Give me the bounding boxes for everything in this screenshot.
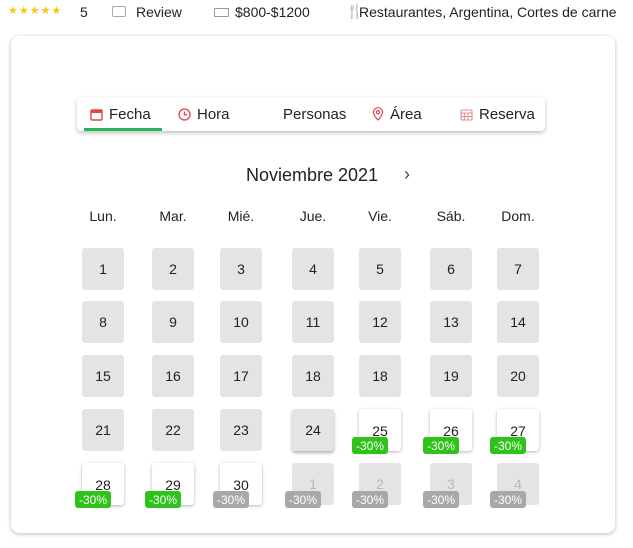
tab-reserva[interactable]: Reserva — [460, 97, 535, 131]
location-pin-icon — [372, 107, 384, 121]
calendar-day[interactable]: 20 — [497, 355, 539, 397]
calendar-day[interactable]: 6 — [430, 248, 472, 290]
money-icon — [214, 8, 229, 17]
calendar-day[interactable]: 19 — [430, 355, 472, 397]
clock-icon — [178, 107, 191, 121]
month-title: Noviembre 2021 — [246, 165, 379, 185]
calendar-day[interactable]: 9 — [152, 301, 194, 343]
calendar-day[interactable]: 24 — [292, 409, 334, 451]
calendar-day[interactable]: 10 — [220, 301, 262, 343]
tab-label: Área — [390, 105, 422, 123]
calendar-day[interactable]: 7 — [497, 248, 539, 290]
calendar-day[interactable]: 11 — [292, 301, 334, 343]
weekday-header: Sáb. — [436, 208, 466, 224]
discount-badge: -30% — [352, 437, 389, 454]
calendar-day[interactable]: 23 — [220, 409, 262, 451]
weekday-header: Vie. — [368, 208, 392, 224]
calendar-day[interactable]: 18 — [292, 355, 334, 397]
calendar-grid-icon — [460, 108, 473, 121]
discount-badge: -30% — [423, 437, 460, 454]
restaurant-categories: Restaurantes, Argentina, Cortes de carne — [359, 4, 617, 20]
weekday-header: Dom. — [501, 208, 535, 224]
calendar-day[interactable]: 18 — [359, 355, 401, 397]
discount-badge: -30% — [285, 491, 322, 508]
next-month-chevron-icon[interactable]: › — [404, 164, 410, 185]
calendar-day[interactable]: 3 — [220, 248, 262, 290]
restaurant-info-bar: ★★★★★ 5 Review $800-$1200 🍴 Restaurantes… — [0, 0, 633, 24]
calendar-day[interactable]: 15 — [82, 355, 124, 397]
star-rating-icon: ★★★★★ — [8, 5, 63, 17]
tab-label: Personas — [283, 105, 347, 123]
weekday-header: Mar. — [159, 208, 187, 224]
calendar-day[interactable]: 16 — [152, 355, 194, 397]
calendar-day[interactable]: 21 — [82, 409, 124, 451]
calendar-day[interactable]: 5 — [359, 248, 401, 290]
rating-value: 5 — [80, 4, 88, 20]
tab-hora[interactable]: Hora — [178, 97, 230, 131]
calendar-day[interactable]: 1 — [82, 248, 124, 290]
review-link[interactable]: Review — [136, 4, 182, 20]
discount-badge: -30% — [352, 491, 389, 508]
active-tab-indicator — [84, 128, 162, 131]
calendar-day[interactable]: 17 — [220, 355, 262, 397]
reservation-tabs: Fecha Hora Personas Área Reserva — [77, 97, 545, 131]
discount-badge: -30% — [145, 491, 182, 508]
weekday-header: Mié. — [227, 208, 255, 224]
tab-label: Reserva — [479, 105, 535, 123]
calendar-day[interactable]: 12 — [359, 301, 401, 343]
comment-icon — [112, 6, 126, 17]
calendar-day[interactable]: 2 — [152, 248, 194, 290]
calendar-day[interactable]: 4 — [292, 248, 334, 290]
calendar-day[interactable]: 13 — [430, 301, 472, 343]
price-range: $800-$1200 — [235, 4, 310, 20]
weekday-header: Jue. — [299, 208, 327, 224]
discount-badge: -30% — [75, 491, 112, 508]
calendar-icon — [90, 108, 103, 121]
discount-badge: -30% — [490, 437, 527, 454]
tab-label: Hora — [197, 105, 230, 123]
discount-badge: -30% — [213, 491, 250, 508]
weekday-header: Lun. — [89, 208, 117, 224]
calendar-day[interactable]: 8 — [82, 301, 124, 343]
calendar-day[interactable]: 14 — [497, 301, 539, 343]
tab-area[interactable]: Área — [372, 97, 422, 131]
tab-fecha[interactable]: Fecha — [90, 97, 151, 131]
discount-badge: -30% — [423, 491, 460, 508]
tab-personas[interactable]: Personas — [283, 97, 346, 131]
tab-label: Fecha — [109, 105, 151, 123]
discount-badge: -30% — [490, 491, 527, 508]
calendar-day[interactable]: 22 — [152, 409, 194, 451]
